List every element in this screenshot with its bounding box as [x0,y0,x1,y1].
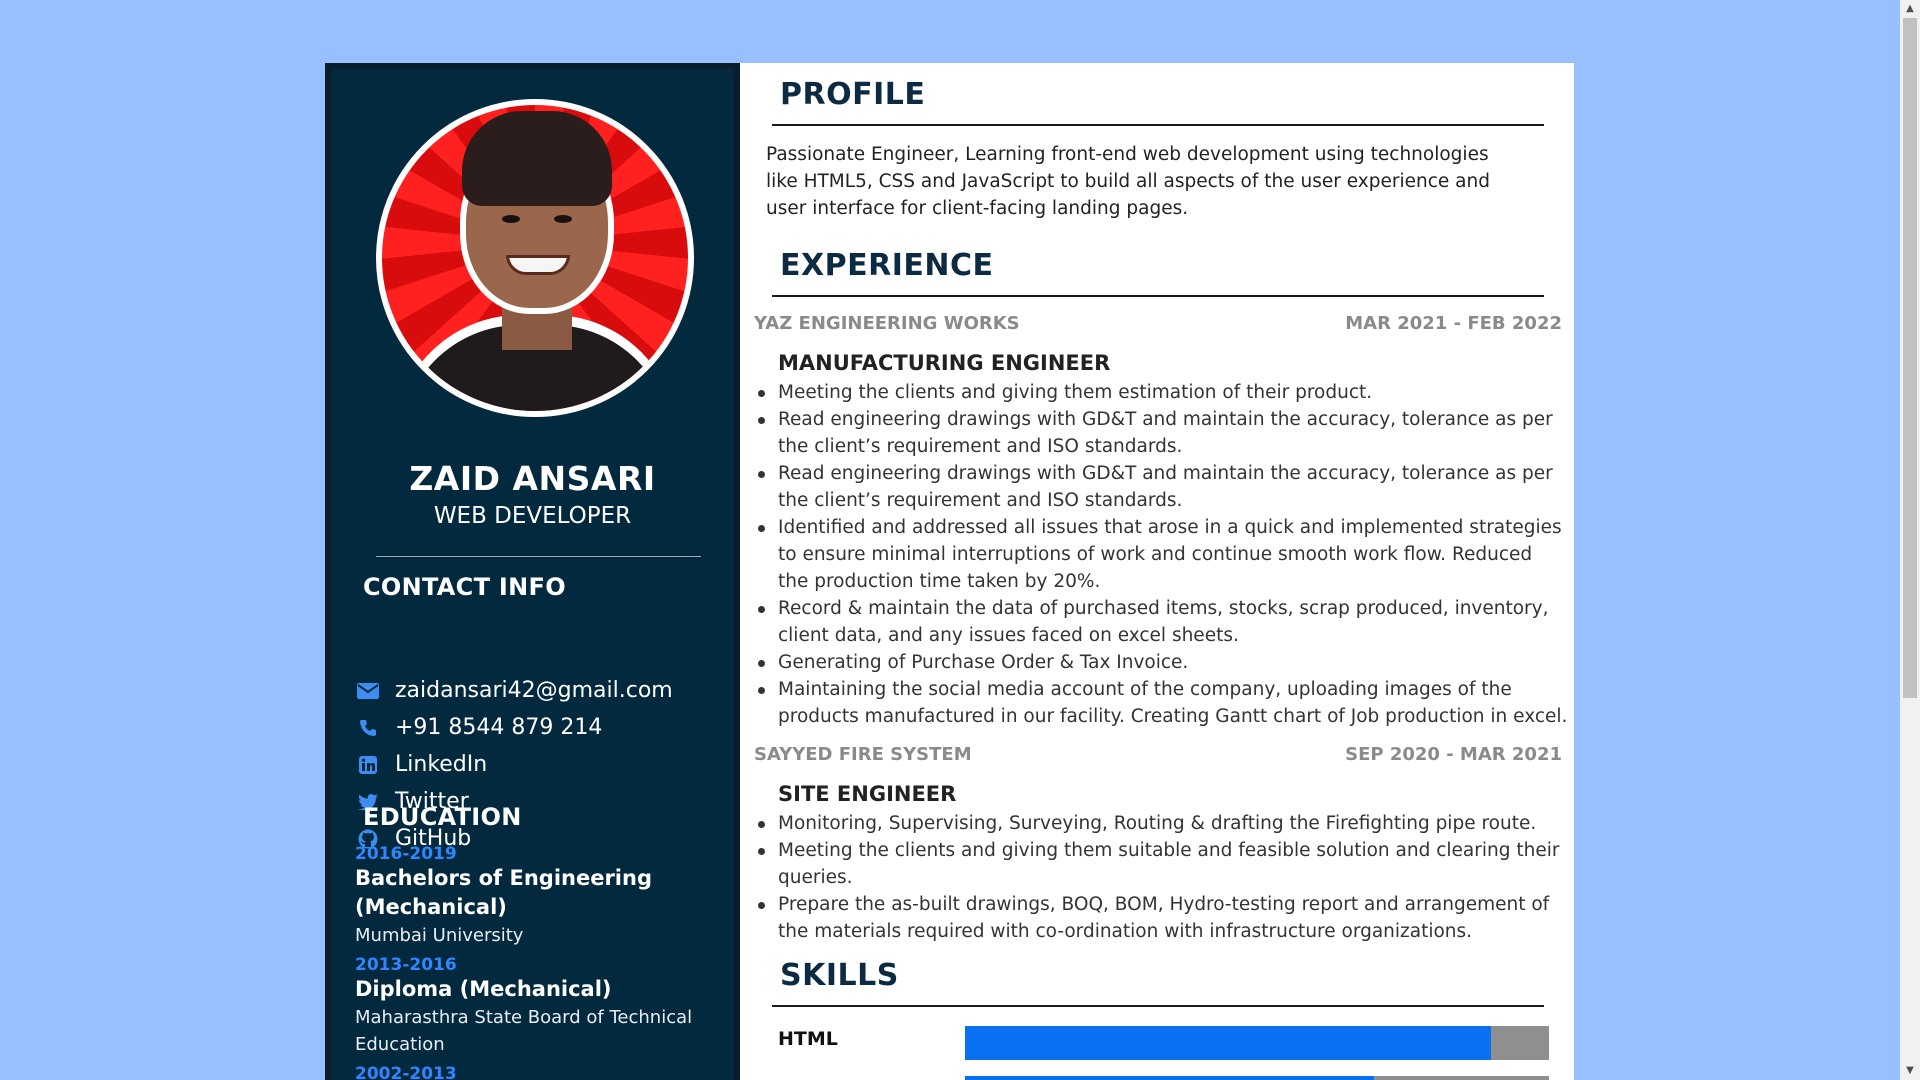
education-years: 2016-2019 [355,844,457,864]
person-name: ZAID ANSARI [409,459,656,498]
education-list: 2016-2019 Bachelors of Engineering (Mech… [355,838,715,1080]
experience-heading: EXPERIENCE [780,248,994,283]
education-school: Maharasthra State Board of Technical Edu… [355,1007,693,1055]
job-title: SITE ENGINEER [778,782,957,806]
skill-row [778,1074,1549,1080]
contact-heading: CONTACT INFO [363,573,566,601]
job-title: MANUFACTURING ENGINEER [778,351,1111,375]
scrollbar-thumb[interactable] [1903,18,1917,698]
person-role: WEB DEVELOPER [433,503,632,529]
skill-bar [965,1076,1549,1080]
contact-phone[interactable]: +91 8544 879 214 [355,709,673,746]
profile-heading: PROFILE [780,77,926,112]
education-degree: Bachelors of Engineering (Mechanical) [355,866,652,919]
contact-email[interactable]: zaidansari42@gmail.com [355,672,673,709]
skill-name: HTML [778,1028,838,1050]
sidebar-divider [376,556,701,557]
education-degree: Diploma (Mechanical) [355,977,612,1001]
education-years: 2013-2016 [355,955,457,975]
profile-rule [772,124,1544,126]
job-dates: MAR 2021 - FEB 2022 [1345,313,1562,334]
skills-heading: SKILLS [780,958,899,993]
education-school: Mumbai University [355,925,524,946]
contact-email-label[interactable]: zaidansari42@gmail.com [395,678,673,703]
skills-rule [772,1005,1544,1007]
contact-linkedin[interactable]: LinkedIn [355,746,673,783]
profile-photo [376,99,694,417]
profile-text: Passionate Engineer, Learning front-end … [766,144,1490,219]
job-dates: SEP 2020 - MAR 2021 [1345,744,1562,765]
education-item: 2013-2016 Diploma (Mechanical) Maharasth… [355,955,715,1058]
phone-icon [355,717,381,739]
list-item: Meeting the clients and giving them esti… [758,379,1568,406]
scroll-up-arrow-icon[interactable]: ▲ [1900,0,1920,18]
list-item: Identified and addressed all issues that… [758,514,1568,595]
list-item: Record & maintain the data of purchased … [758,595,1568,649]
education-item: 2002-2013 [355,1064,715,1080]
list-item: Generating of Purchase Order & Tax Invoi… [758,649,1568,676]
job-bullets: Meeting the clients and giving them esti… [758,379,1568,730]
experience-rule [772,295,1544,297]
envelope-icon [355,680,381,702]
list-item: Read engineering drawings with GD&T and … [758,460,1568,514]
job-company: YAZ ENGINEERING WORKS [754,313,1020,334]
skill-bar-fill [965,1076,1374,1080]
job-company: SAYYED FIRE SYSTEM [754,744,972,765]
education-years: 2002-2013 [355,1064,457,1080]
education-heading: EDUCATION [363,803,522,831]
list-item: Meeting the clients and giving them suit… [758,837,1568,891]
job-bullets: Monitoring, Supervising, Surveying, Rout… [758,810,1568,945]
resume-main: PROFILE Passionate Engineer, Learning fr… [740,63,1574,1080]
contact-linkedin-label[interactable]: LinkedIn [395,752,487,777]
resume-card: ZAID ANSARI WEB DEVELOPER CONTACT INFO z… [325,63,1574,1080]
education-item: 2016-2019 Bachelors of Engineering (Mech… [355,844,715,949]
skill-row: HTML [778,1024,1549,1060]
resume-sidebar: ZAID ANSARI WEB DEVELOPER CONTACT INFO z… [325,63,740,1080]
list-item: Maintaining the social media account of … [758,676,1568,730]
skill-bar [965,1026,1549,1060]
list-item: Prepare the as-built drawings, BOQ, BOM,… [758,891,1568,945]
scroll-down-arrow-icon[interactable]: ▼ [1900,1062,1920,1080]
list-item: Monitoring, Supervising, Surveying, Rout… [758,810,1568,837]
list-item: Read engineering drawings with GD&T and … [758,406,1568,460]
skill-bar-fill [965,1026,1491,1060]
linkedin-icon [355,754,381,776]
contact-phone-label[interactable]: +91 8544 879 214 [395,715,602,740]
page-scrollbar[interactable]: ▲ ▼ [1900,0,1920,1080]
